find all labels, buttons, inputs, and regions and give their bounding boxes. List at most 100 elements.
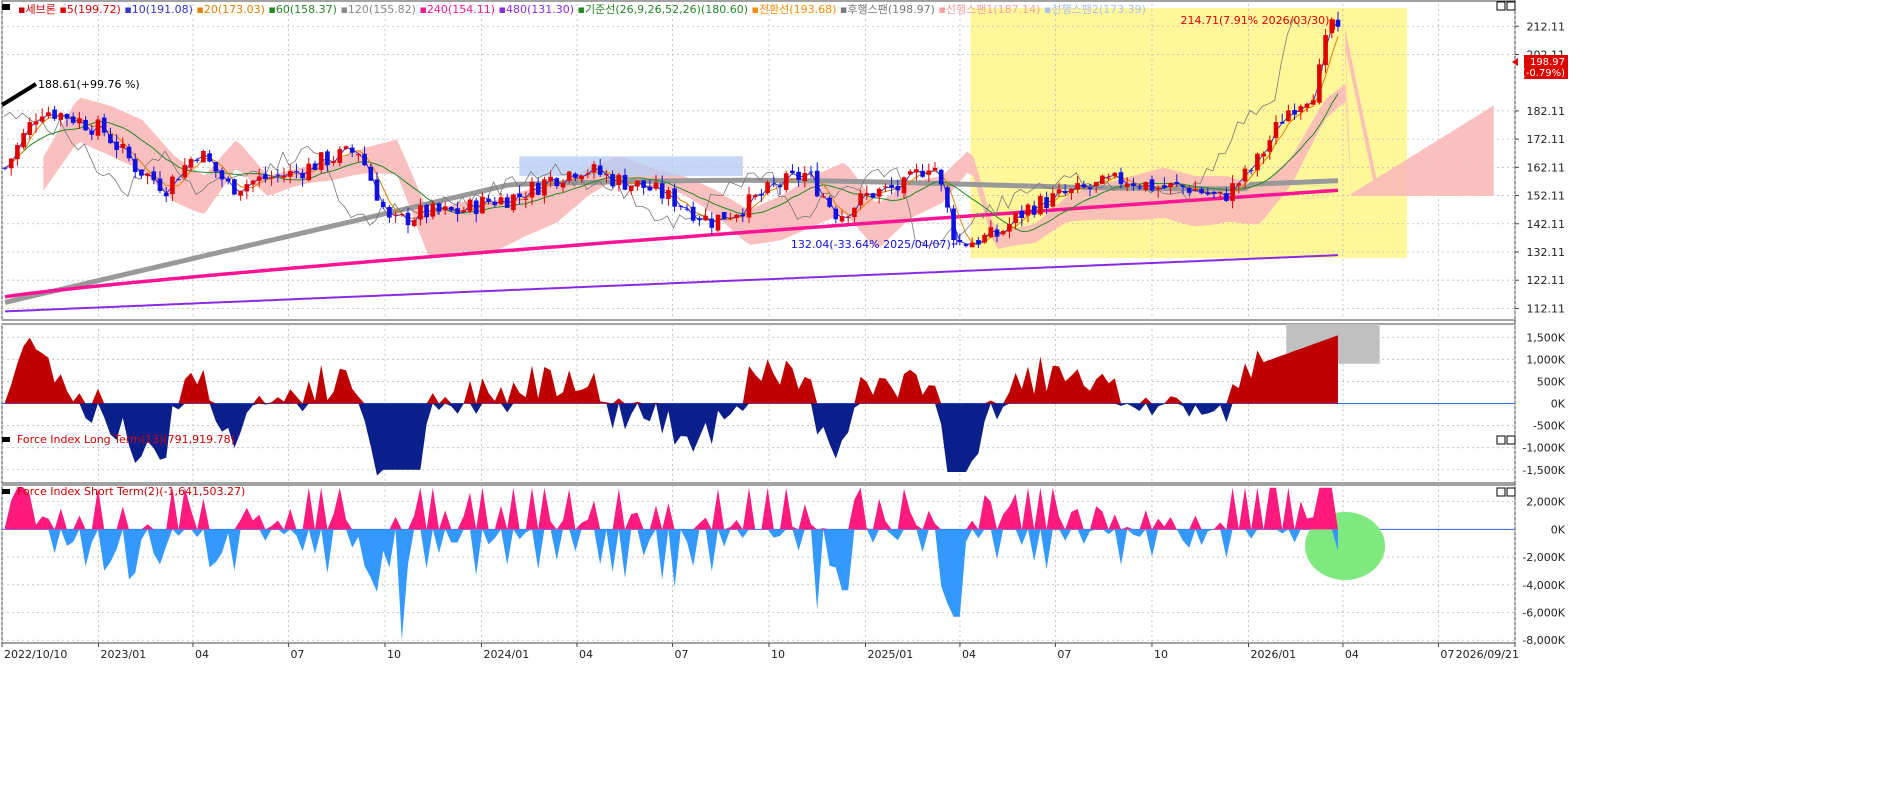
candle [1298, 106, 1304, 112]
candle [678, 205, 684, 207]
force-long-panel[interactable] [1, 324, 1516, 483]
x-tick-label: 04 [962, 648, 976, 661]
candle [1230, 183, 1235, 201]
candle [963, 244, 969, 246]
candle [1317, 64, 1322, 103]
candle [294, 171, 299, 173]
candle [188, 158, 194, 168]
candle [256, 176, 262, 181]
candle [1267, 140, 1273, 152]
candle [752, 195, 758, 198]
candle [1131, 183, 1136, 187]
candle [1329, 19, 1335, 34]
fl-tick-label: -1,500K [1522, 464, 1565, 477]
svg-text:(-0.79%): (-0.79%) [1522, 68, 1565, 79]
candle [362, 153, 367, 166]
candle [1236, 183, 1242, 186]
candle [622, 174, 628, 190]
candle [114, 141, 119, 150]
candle [914, 169, 919, 173]
candle [1155, 187, 1161, 190]
fl-tick-label: -1,000K [1522, 442, 1565, 455]
fs-tick-label: -6,000K [1522, 607, 1565, 620]
candle [312, 163, 318, 170]
force-long-positive [5, 335, 1338, 404]
candle [858, 193, 863, 206]
candle [659, 183, 665, 199]
fs-tick-label: -8,000K [1522, 634, 1565, 647]
candle [901, 177, 907, 194]
fl-tick-label: 1,000K [1526, 353, 1565, 366]
candle [64, 113, 70, 119]
candle [1335, 19, 1341, 27]
candle [845, 217, 851, 219]
candle [126, 146, 132, 159]
fl-tick-label: 500K [1537, 375, 1566, 388]
candle [1087, 187, 1093, 189]
candle [170, 176, 175, 195]
candle [461, 210, 467, 212]
candle [1069, 189, 1074, 194]
candle [554, 178, 560, 187]
candle [796, 171, 801, 180]
candle [132, 158, 138, 173]
candle [480, 196, 485, 214]
ichimoku-cloud-down [519, 156, 743, 177]
candle [145, 173, 150, 177]
candle [690, 206, 696, 221]
x-tick-label: 10 [771, 648, 785, 661]
candle [1025, 204, 1031, 216]
price-tick-label: 132.11 [1527, 246, 1566, 259]
candle [852, 207, 857, 218]
candle [244, 184, 250, 192]
fl-tick-label: -500K [1533, 420, 1566, 433]
candle [1081, 184, 1087, 188]
candle [337, 149, 343, 163]
candle [15, 145, 20, 160]
candle [635, 180, 640, 187]
candle [511, 194, 516, 211]
candle [225, 178, 231, 182]
candle [238, 190, 243, 196]
candle [1007, 224, 1012, 232]
price-tick-label: 112.11 [1527, 302, 1566, 315]
candle [101, 117, 107, 133]
ma-480-line [4, 254, 1339, 313]
candle [1248, 170, 1254, 172]
candle [1062, 191, 1068, 194]
candle [2, 167, 8, 169]
candle [1162, 185, 1167, 188]
candle [219, 170, 225, 180]
x-tick-label: 2023/01 [101, 648, 147, 661]
candle [703, 215, 708, 221]
candle [356, 154, 361, 156]
candle [108, 134, 113, 144]
candle [932, 167, 938, 171]
candle [647, 186, 653, 191]
candle [139, 169, 144, 176]
candle [765, 182, 770, 194]
high-annotation: 214.71(7.91% 2026/03/30) [1180, 14, 1329, 27]
candle [430, 203, 436, 217]
candle [1286, 110, 1291, 122]
force-short-panel[interactable] [1, 485, 1516, 643]
candle [368, 166, 374, 181]
candle [281, 176, 287, 178]
candle [343, 146, 349, 149]
candle [467, 199, 473, 212]
candle [628, 185, 634, 191]
fs-tick-label: -4,000K [1522, 579, 1565, 592]
low-annotation: 132.04(-33.64% 2025/04/07) [791, 238, 951, 251]
candle [1323, 35, 1328, 66]
candle [374, 179, 380, 201]
candle [250, 180, 256, 185]
candle [548, 176, 553, 182]
candle [976, 240, 981, 245]
candle [895, 185, 901, 191]
candle [604, 174, 609, 176]
candle [83, 119, 88, 131]
candle [1044, 197, 1049, 209]
candle [771, 183, 777, 185]
fs-tick-label: 2,000K [1526, 496, 1565, 509]
price-panel[interactable]: 214.71(7.91% 2026/03/30) 132.04(-33.64% 2… [0, 4, 1516, 320]
